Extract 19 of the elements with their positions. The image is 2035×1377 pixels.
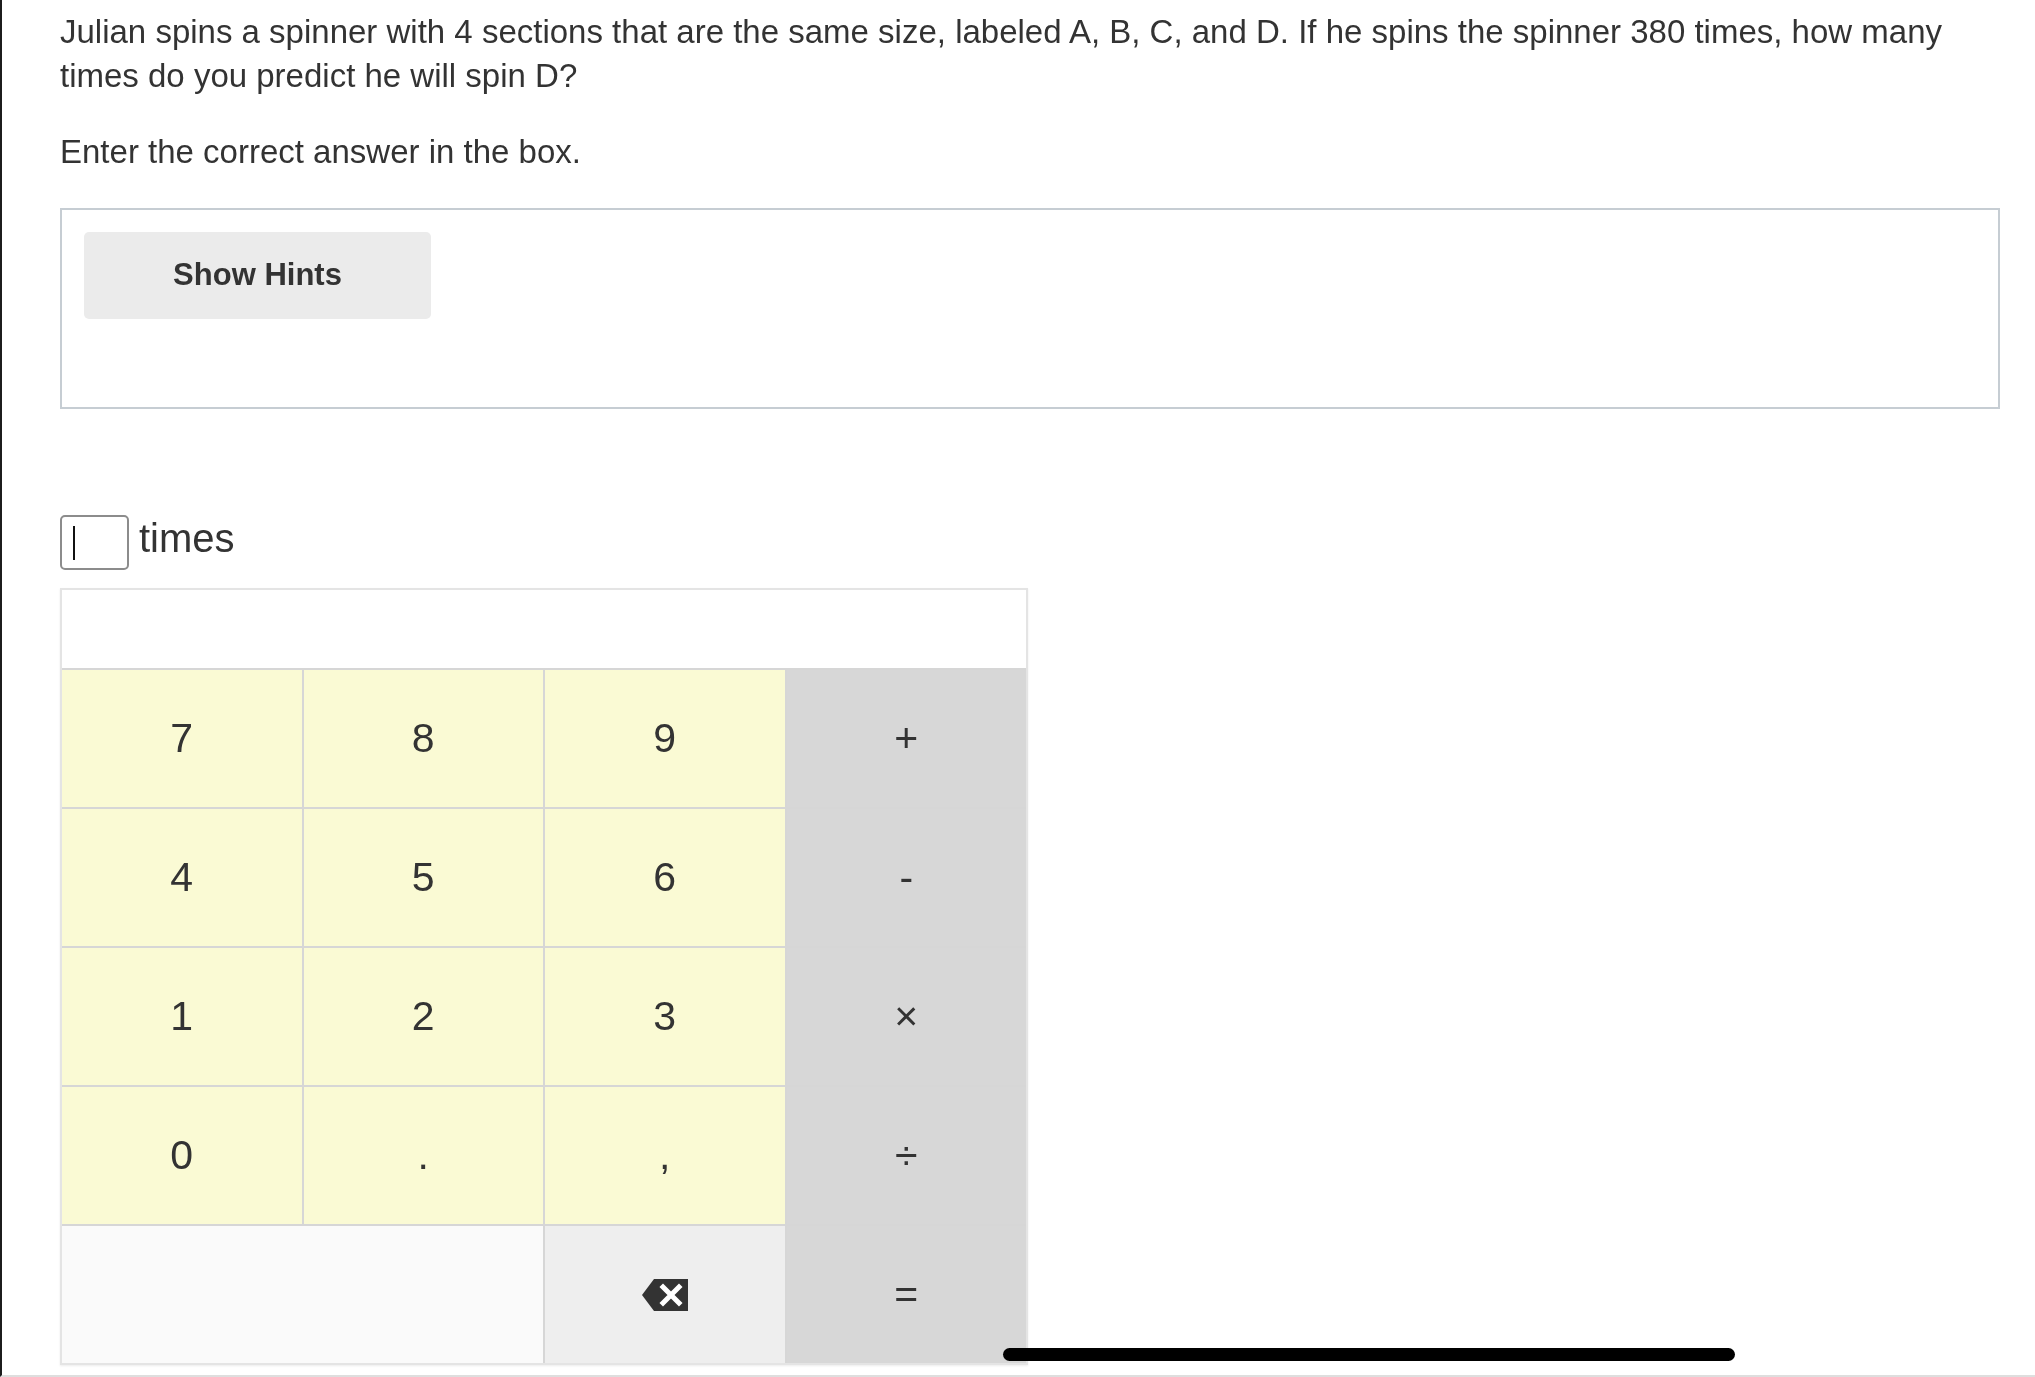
unit-label: times [139,514,235,562]
backspace-icon [641,1278,688,1311]
digit-key[interactable]: 8 [303,670,543,807]
instruction-text: Enter the correct answer in the box. [60,132,582,172]
question-text: Julian spins a spinner with 4 sections that are the same size, labeled A, B, C, and D. If he spins the spinner 380 times, how many times do you predict he will spin D? [60,12,1943,96]
backspace-key[interactable] [545,1226,785,1363]
digit-key[interactable]: . [303,1087,543,1224]
digit-key[interactable]: 2 [303,948,543,1085]
digit-key[interactable]: 0 [62,1087,302,1224]
answer-field[interactable] [60,515,129,570]
digit-key[interactable]: 9 [545,670,785,807]
show-hints-button[interactable]: Show Hints [84,232,431,319]
digit-key[interactable]: 6 [545,809,785,946]
digit-key[interactable]: 4 [62,809,302,946]
digit-key[interactable]: 3 [545,948,785,1085]
digit-key[interactable]: 1 [62,948,302,1085]
digit-key[interactable]: 7 [62,670,302,807]
digit-key[interactable]: 5 [303,809,543,946]
digit-key[interactable]: , [545,1087,785,1224]
